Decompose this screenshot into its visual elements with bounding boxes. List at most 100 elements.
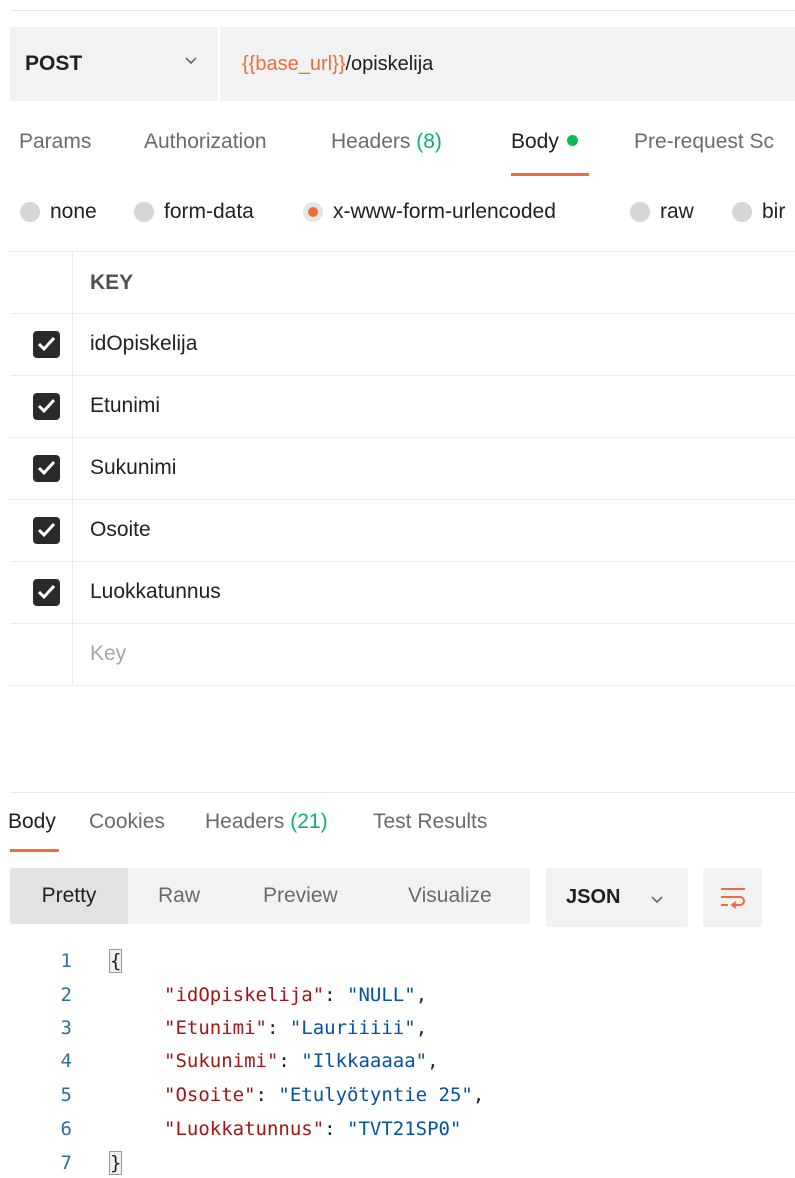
radio-form-data[interactable]: form-data: [134, 200, 254, 224]
view-pretty-label: Pretty: [41, 884, 97, 907]
key-cell[interactable]: Luokkatunnus: [90, 580, 221, 604]
view-visualize-label: Visualize: [408, 884, 492, 907]
tab-params[interactable]: Params: [19, 130, 91, 154]
request-tabs: Params Authorization Headers (8) Body Pr…: [0, 130, 795, 180]
tab-headers[interactable]: Headers (8): [331, 130, 442, 154]
json-key: "Osoite": [164, 1084, 256, 1106]
code-line: 5 "Osoite": "Etulyötyntie 25",: [0, 1084, 795, 1117]
resp-tab-test-results-label: Test Results: [373, 810, 488, 833]
radio-binary-label: bir: [762, 200, 786, 223]
wrap-lines-icon: [721, 888, 745, 909]
body-active-dot-icon: [566, 135, 578, 146]
code-line: 7 }: [0, 1151, 795, 1178]
tab-pre-request-script[interactable]: Pre-request Sc: [634, 130, 774, 154]
open-brace-char: {: [108, 949, 123, 973]
row-checkbox[interactable]: [33, 579, 60, 606]
view-preview[interactable]: Preview: [263, 868, 338, 924]
row-checkbox[interactable]: [33, 393, 60, 420]
key-cell[interactable]: idOpiskelija: [90, 332, 197, 356]
view-raw-label: Raw: [158, 884, 201, 907]
resp-tab-cookies-label: Cookies: [89, 810, 165, 833]
open-brace: {: [108, 949, 123, 973]
view-raw[interactable]: Raw: [158, 868, 200, 924]
key-cell[interactable]: Sukunimi: [90, 456, 176, 480]
chevron-down-icon: [651, 896, 663, 904]
json-value: "TVT21SP0": [347, 1118, 462, 1140]
row-checkbox[interactable]: [33, 455, 60, 482]
line-number: 4: [60, 1050, 72, 1072]
row-checkbox[interactable]: [33, 331, 60, 358]
checkbox-cell: [10, 314, 73, 375]
code-line: 3 "Etunimi": "Lauriiiii",: [0, 1017, 795, 1050]
table-header-row: KEY: [10, 251, 795, 314]
close-brace-char: }: [108, 1151, 123, 1175]
url-input[interactable]: {{base_url}}/opiskelija: [220, 53, 433, 76]
params-table: KEY idOpiskelija Etunimi Sukunimi Osoite…: [10, 251, 795, 686]
top-divider: [10, 10, 795, 11]
tab-headers-label: Headers: [331, 130, 411, 153]
radio-circle-icon: [732, 202, 752, 222]
view-preview-label: Preview: [263, 884, 338, 907]
row-checkbox[interactable]: [33, 517, 60, 544]
comma: ,: [472, 1084, 485, 1106]
format-select[interactable]: JSON: [546, 868, 688, 927]
close-brace: }: [108, 1151, 123, 1175]
key-cell[interactable]: Osoite: [90, 518, 151, 542]
json-pair: "idOpiskelija": "NULL",: [164, 984, 427, 1006]
tab-authorization[interactable]: Authorization: [144, 130, 267, 154]
colon: :: [255, 1084, 279, 1106]
resp-tab-headers[interactable]: Headers (21): [205, 810, 328, 834]
method-label: POST: [25, 52, 83, 75]
json-key: "Etunimi": [164, 1017, 267, 1039]
request-bar: POST {{base_url}}/opiskelija: [10, 27, 795, 101]
chevron-down-icon: [185, 57, 197, 65]
tab-pre-request-label: Pre-request Sc: [634, 130, 775, 153]
json-key: "Sukunimi": [164, 1050, 279, 1072]
new-key-input[interactable]: Key: [90, 642, 126, 666]
checkmark-icon: [37, 336, 56, 352]
tab-body-label: Body: [511, 130, 559, 153]
code-line: 6 "Luokkatunnus": "TVT21SP0": [0, 1118, 795, 1151]
checkbox-cell: [10, 562, 73, 623]
colon: :: [324, 984, 348, 1006]
method-select[interactable]: POST: [10, 27, 220, 101]
resp-tab-cookies[interactable]: Cookies: [89, 810, 165, 834]
radio-x-www-form-urlencoded[interactable]: x-www-form-urlencoded: [303, 200, 556, 224]
resp-tab-test-results[interactable]: Test Results: [373, 810, 487, 834]
colon: :: [324, 1118, 348, 1140]
resp-tab-body[interactable]: Body: [8, 810, 56, 834]
tab-authorization-label: Authorization: [144, 130, 267, 153]
header-checkbox-cell: [10, 252, 73, 313]
line-number: 7: [60, 1152, 72, 1174]
json-pair: "Luokkatunnus": "TVT21SP0": [164, 1118, 461, 1140]
resp-tab-headers-label: Headers: [205, 810, 285, 833]
table-row: Sukunimi: [10, 438, 795, 500]
empty-checkbox-cell: [10, 624, 73, 685]
line-number: 6: [60, 1118, 72, 1140]
table-row: Luokkatunnus: [10, 562, 795, 624]
radio-raw[interactable]: raw: [630, 200, 694, 224]
tab-body[interactable]: Body: [511, 130, 578, 154]
resp-tab-headers-count: (21): [290, 810, 328, 833]
view-visualize[interactable]: Visualize: [408, 868, 492, 924]
radio-circle-icon: [630, 202, 650, 222]
comma: ,: [415, 1017, 428, 1039]
radio-binary[interactable]: bir: [732, 200, 785, 224]
checkbox-cell: [10, 500, 73, 561]
key-cell[interactable]: Etunimi: [90, 394, 160, 418]
postman-window: POST {{base_url}}/opiskelija Params Auth…: [0, 0, 795, 1178]
view-pretty[interactable]: Pretty: [10, 868, 128, 924]
format-label: JSON: [566, 886, 621, 908]
checkmark-icon: [37, 584, 56, 600]
checkbox-cell: [10, 376, 73, 437]
wrap-lines-button[interactable]: [703, 868, 762, 927]
radio-none[interactable]: none: [20, 200, 97, 224]
checkmark-icon: [37, 460, 56, 476]
checkmark-icon: [37, 522, 56, 538]
resp-active-tab-underline: [10, 849, 59, 852]
comma: ,: [427, 1050, 439, 1072]
json-key: "Luokkatunnus": [164, 1118, 325, 1140]
radio-circle-icon: [20, 202, 40, 222]
url-variable: {{base_url}}: [242, 52, 346, 75]
active-tab-underline: [511, 173, 589, 176]
